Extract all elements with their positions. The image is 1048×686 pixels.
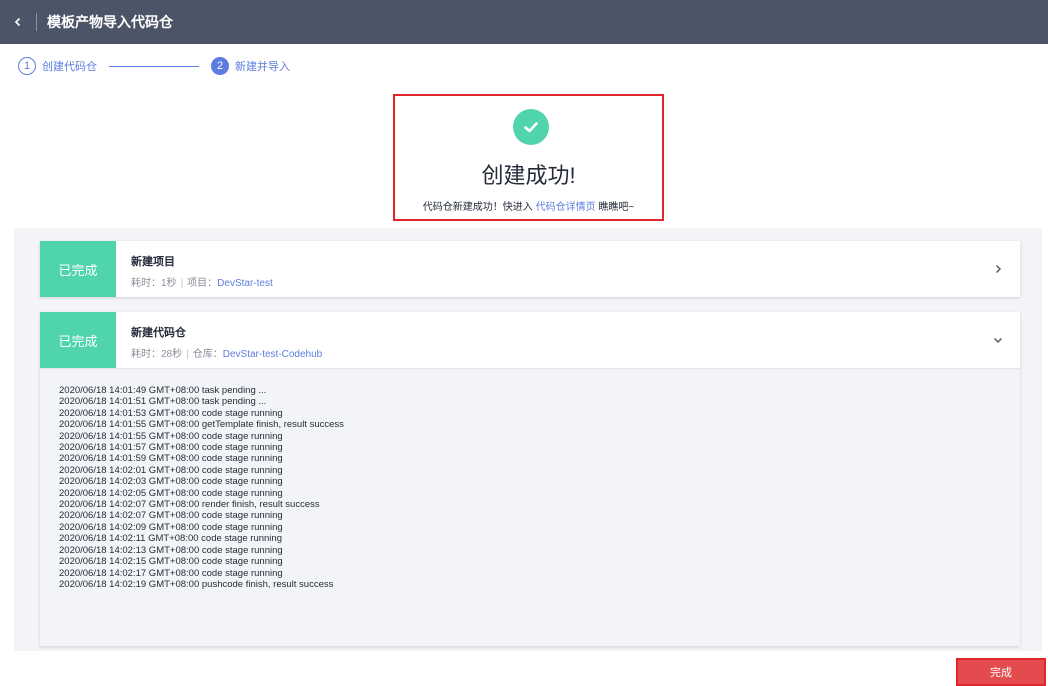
task-name: 新建项目 — [131, 256, 175, 268]
success-desc-suffix: 瞧瞧吧~ — [595, 202, 635, 213]
log-line: 2020/06/18 14:02:05 GMT+08:00 code stage… — [59, 487, 283, 499]
step-label: 创建代码仓 — [42, 61, 97, 73]
check-circle-icon — [513, 109, 549, 145]
time-label: 耗时： — [131, 278, 161, 289]
task-meta: 耗时：28秒 | 仓库：DevStar-test-Codehub — [131, 345, 322, 360]
log-line: 2020/06/18 14:01:55 GMT+08:00 code stage… — [59, 430, 283, 442]
chevron-left-icon — [14, 17, 21, 27]
step-import: 2 新建并导入 — [211, 57, 290, 75]
done-button[interactable]: 完成 — [956, 658, 1046, 686]
log-line: 2020/06/18 14:02:09 GMT+08:00 code stage… — [59, 521, 283, 533]
log-line: 2020/06/18 14:02:07 GMT+08:00 render fin… — [59, 499, 320, 511]
log-line: 2020/06/18 14:01:55 GMT+08:00 getTemplat… — [59, 419, 344, 431]
log-line: 2020/06/18 14:01:51 GMT+08:00 task pendi… — [59, 396, 267, 408]
log-line: 2020/06/18 14:02:15 GMT+08:00 code stage… — [59, 556, 283, 568]
step-create-repo: 1 创建代码仓 — [18, 57, 97, 75]
step-connector — [109, 65, 199, 67]
log-line: 2020/06/18 14:02:07 GMT+08:00 code stage… — [59, 510, 283, 522]
status-badge: 已完成 — [40, 312, 116, 368]
task-card-header[interactable]: 已完成 新建项目 耗时：1秒 | 项目：DevStar-test — [40, 241, 1020, 297]
success-panel: 创建成功! 代码仓新建成功！快进入 代码仓详情页 瞧瞧吧~ — [393, 94, 664, 221]
time-value: 1秒 — [161, 278, 177, 289]
log-line: 2020/06/18 14:02:19 GMT+08:00 pushcode f… — [59, 578, 334, 590]
success-description: 代码仓新建成功！快进入 代码仓详情页 瞧瞧吧~ — [395, 198, 662, 213]
chevron-down-icon[interactable] — [990, 332, 1006, 348]
stepper: 1 创建代码仓 2 新建并导入 — [18, 56, 290, 76]
step-number: 2 — [211, 57, 229, 75]
success-desc-prefix: 代码仓新建成功！快进入 — [422, 202, 536, 213]
back-button[interactable] — [0, 0, 36, 44]
meta-divider: | — [186, 349, 189, 360]
log-line: 2020/06/18 14:02:17 GMT+08:00 code stage… — [59, 567, 283, 579]
step-number: 1 — [18, 57, 36, 75]
log-line: 2020/06/18 14:02:13 GMT+08:00 code stage… — [59, 544, 283, 556]
repo-name: DevStar-test-Codehub — [222, 349, 323, 360]
task-meta: 耗时：1秒 | 项目：DevStar-test — [131, 274, 273, 289]
log-line: 2020/06/18 14:02:11 GMT+08:00 code stage… — [59, 533, 282, 545]
page-title: 模板产物导入代码仓 — [47, 14, 173, 30]
meta-divider: | — [180, 278, 184, 289]
task-log[interactable]: 2020/06/18 14:01:49 GMT+08:00 task pendi… — [40, 368, 1020, 646]
task-card-project[interactable]: 已完成 新建项目 耗时：1秒 | 项目：DevStar-test — [40, 241, 1020, 297]
repo-detail-link[interactable]: 代码仓详情页 — [536, 202, 596, 213]
log-line: 2020/06/18 14:01:59 GMT+08:00 code stage… — [59, 453, 283, 465]
project-name: DevStar-test — [217, 278, 273, 289]
log-line: 2020/06/18 14:02:03 GMT+08:00 code stage… — [59, 476, 283, 488]
log-line: 2020/06/18 14:01:49 GMT+08:00 task pendi… — [59, 385, 267, 396]
status-badge: 已完成 — [40, 241, 116, 297]
time-value: 28秒 — [161, 349, 183, 360]
task-name: 新建代码仓 — [131, 327, 186, 339]
step-label: 新建并导入 — [235, 61, 290, 73]
log-line: 2020/06/18 14:01:57 GMT+08:00 code stage… — [59, 442, 283, 454]
task-card-header[interactable]: 已完成 新建代码仓 耗时：28秒 | 仓库：DevStar-test-Codehub — [40, 312, 1020, 368]
topbar-divider — [36, 13, 37, 31]
time-label: 耗时： — [131, 349, 161, 360]
top-bar: 模板产物导入代码仓 — [0, 0, 1048, 44]
log-line: 2020/06/18 14:01:53 GMT+08:00 code stage… — [59, 407, 283, 419]
success-title: 创建成功! — [481, 163, 576, 188]
task-card-repo: 已完成 新建代码仓 耗时：28秒 | 仓库：DevStar-test-Codehub… — [40, 312, 1020, 646]
log-line: 2020/06/18 14:02:01 GMT+08:00 code stage… — [59, 464, 283, 476]
chevron-right-icon[interactable] — [990, 261, 1006, 277]
key-label: 仓库： — [192, 349, 223, 360]
key-label: 项目： — [187, 278, 218, 289]
